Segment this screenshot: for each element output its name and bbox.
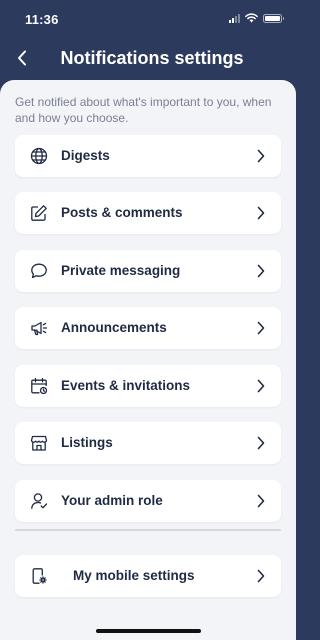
status-bar: 11:36 bbox=[0, 0, 296, 38]
setting-item-label: Digests bbox=[61, 148, 110, 163]
phone-settings-icon bbox=[32, 568, 47, 584]
megaphone-icon bbox=[31, 321, 48, 336]
setting-item-label: Private messaging bbox=[61, 263, 181, 278]
chevron-right-icon bbox=[257, 264, 265, 278]
setting-item-admin-role[interactable]: Your admin role bbox=[15, 480, 281, 522]
chevron-right-icon bbox=[257, 321, 265, 335]
chevron-right-icon bbox=[257, 494, 265, 508]
setting-item-mobile-settings[interactable]: My mobile settings bbox=[15, 555, 281, 597]
setting-item-posts-comments[interactable]: Posts & comments bbox=[15, 192, 281, 234]
setting-item-listings[interactable]: Listings bbox=[15, 422, 281, 464]
section-divider bbox=[15, 529, 281, 531]
status-time: 11:36 bbox=[25, 12, 59, 27]
chevron-right-icon bbox=[257, 379, 265, 393]
settings-sheet: Get notified about what's important to y… bbox=[0, 80, 296, 640]
setting-item-announcements[interactable]: Announcements bbox=[15, 307, 281, 349]
setting-item-label: Events & invitations bbox=[61, 378, 191, 393]
store-icon bbox=[30, 435, 48, 451]
wifi-icon bbox=[245, 13, 258, 23]
setting-item-label: Listings bbox=[61, 435, 113, 450]
page-title: Notifications settings bbox=[60, 48, 244, 68]
chevron-right-icon bbox=[257, 206, 265, 220]
edit-icon bbox=[31, 205, 47, 221]
globe-icon bbox=[30, 147, 48, 165]
setting-item-events-invitations[interactable]: Events & invitations bbox=[15, 365, 281, 407]
chevron-right-icon bbox=[257, 436, 265, 450]
setting-item-label: My mobile settings bbox=[73, 568, 195, 583]
setting-item-label: Your admin role bbox=[61, 493, 163, 508]
header: Notifications settings bbox=[0, 38, 296, 80]
battery-icon bbox=[263, 13, 284, 23]
setting-item-digests[interactable]: Digests bbox=[15, 135, 281, 177]
setting-item-label: Announcements bbox=[61, 320, 167, 335]
chevron-right-icon bbox=[257, 569, 265, 583]
setting-item-label: Posts & comments bbox=[61, 205, 183, 220]
signal-icon bbox=[229, 13, 240, 23]
setting-item-private-messaging[interactable]: Private messaging bbox=[15, 250, 281, 292]
chat-icon bbox=[31, 263, 47, 279]
home-indicator bbox=[96, 629, 201, 633]
intro-text: Get notified about what's important to y… bbox=[15, 95, 272, 125]
calendar-icon bbox=[31, 377, 48, 395]
chevron-right-icon bbox=[257, 149, 265, 163]
status-icons bbox=[229, 13, 284, 23]
user-check-icon bbox=[31, 493, 48, 509]
